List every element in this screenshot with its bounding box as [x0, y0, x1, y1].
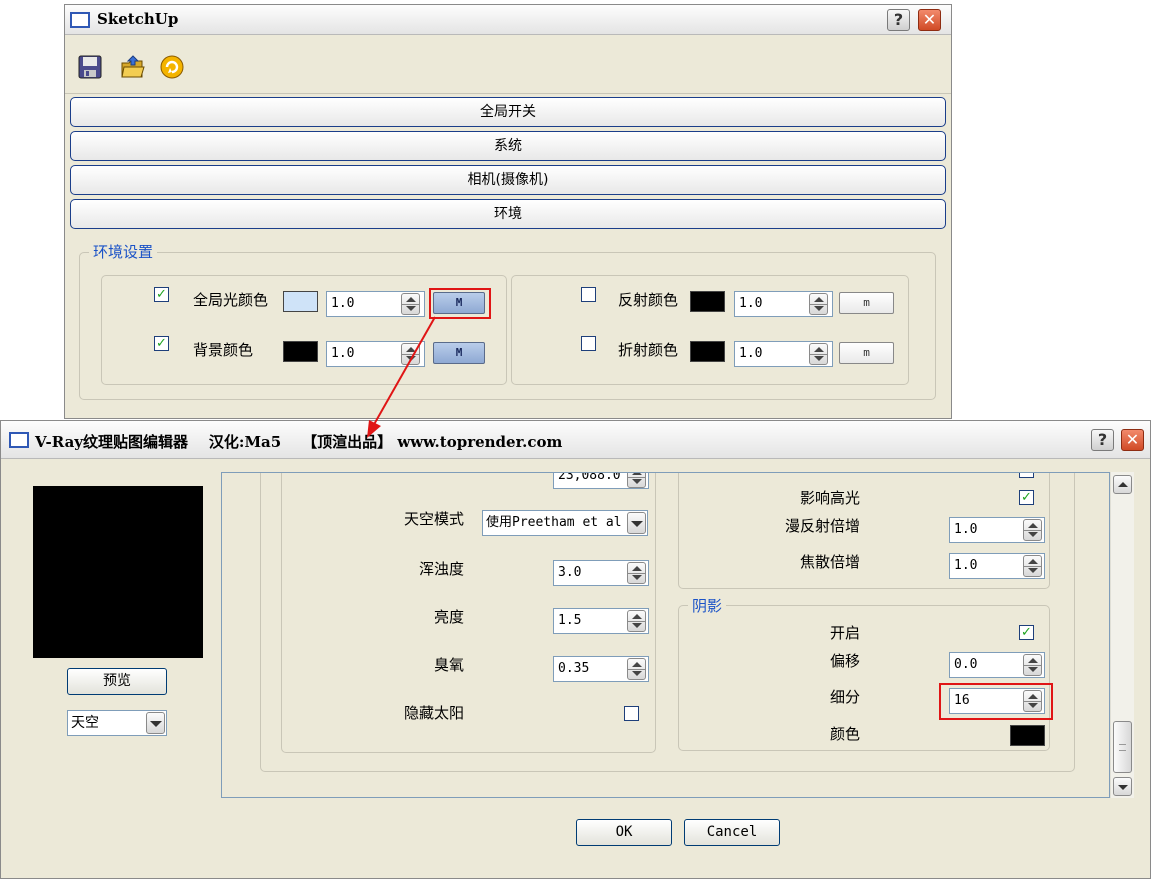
shadow-on-label: 开启 — [829, 624, 860, 642]
sky-mode-value: 使用Preetham et al — [486, 515, 622, 530]
texture-preview — [33, 486, 203, 658]
section-global-switches[interactable]: 全局开关 — [70, 97, 946, 127]
refraction-color-spinner[interactable] — [809, 343, 828, 365]
sketchup-titlebar[interactable]: SketchUp ? ✕ — [65, 5, 951, 35]
cancel-button[interactable]: Cancel — [684, 819, 780, 846]
gi-color-label: 全局光颜色 — [193, 291, 269, 309]
shadow-bias-spinner[interactable] — [1023, 654, 1042, 676]
sketchup-window: SketchUp ? ✕ 全局开关 系统 相机(摄像机) 环境 环境设置 ✓ 全… — [64, 4, 952, 419]
turbidity-label: 浑浊度 — [418, 560, 464, 578]
shadow-color-label: 颜色 — [829, 725, 860, 743]
sketchup-toolbar — [65, 36, 951, 94]
diffuse-mult-label: 漫反射倍增 — [784, 517, 860, 535]
window-icon — [70, 12, 90, 28]
bg-color-spinner[interactable] — [401, 343, 420, 365]
gi-color-spinner[interactable] — [401, 293, 420, 315]
section-camera[interactable]: 相机(摄像机) — [70, 165, 946, 195]
refraction-color-checkbox[interactable] — [581, 336, 596, 351]
shadow-on-checkbox[interactable]: ✓ — [1019, 625, 1034, 640]
highlight-gi-map-button — [429, 288, 491, 319]
scroll-thumb[interactable] — [1113, 721, 1132, 773]
intensity-label: 亮度 — [433, 608, 464, 626]
top-option-checkbox[interactable] — [1019, 473, 1034, 478]
caustics-mult-spinner[interactable] — [1023, 555, 1042, 577]
reflection-color-spinner[interactable] — [809, 293, 828, 315]
shadow-group-title: 阴影 — [688, 595, 727, 616]
sketchup-title: SketchUp — [97, 10, 179, 28]
params-scrollbar[interactable] — [1110, 472, 1134, 798]
scroll-grip — [1119, 744, 1126, 751]
save-icon[interactable] — [77, 54, 103, 80]
reflection-color-checkbox[interactable] — [581, 287, 596, 302]
close-button[interactable]: ✕ — [918, 9, 941, 31]
refraction-color-swatch[interactable] — [690, 341, 725, 362]
texture-type-select[interactable]: 天空 — [67, 710, 167, 736]
vray-texture-editor-window: V-Ray纹理贴图编辑器 汉化:Ma5 【顶渲出品】 www.toprender… — [0, 420, 1151, 879]
diffuse-mult-spinner[interactable] — [1023, 519, 1042, 541]
reflection-color-swatch[interactable] — [690, 291, 725, 312]
refraction-color-map-button[interactable]: m — [839, 342, 894, 364]
close-button[interactable]: ✕ — [1121, 429, 1144, 451]
ozone-label: 臭氧 — [433, 656, 464, 674]
hide-sun-checkbox[interactable] — [624, 706, 639, 721]
sky-mode-label: 天空模式 — [403, 510, 464, 528]
caustics-mult-label: 焦散倍增 — [799, 553, 860, 571]
texture-type-value: 天空 — [71, 715, 99, 731]
refraction-color-label: 折射颜色 — [618, 341, 679, 359]
bg-color-map-button[interactable]: M — [433, 342, 485, 364]
turbidity-spinner[interactable] — [627, 562, 646, 584]
preview-button[interactable]: 预览 — [67, 668, 167, 695]
ozone-spinner[interactable] — [627, 658, 646, 680]
chevron-down-icon[interactable] — [627, 512, 646, 534]
bg-color-swatch[interactable] — [283, 341, 318, 362]
open-folder-icon[interactable] — [120, 54, 146, 80]
help-button[interactable]: ? — [1091, 429, 1114, 451]
shadow-color-swatch[interactable] — [1010, 725, 1045, 746]
intensity-spinner[interactable] — [627, 610, 646, 632]
reflection-color-map-button[interactable]: m — [839, 292, 894, 314]
vray-titlebar[interactable]: V-Ray纹理贴图编辑器 汉化:Ma5 【顶渲出品】 www.toprender… — [1, 421, 1150, 459]
shadow-subdivs-label: 细分 — [829, 688, 860, 706]
params-panel: 23,088.0 天空模式 使用Preetham et al 浑浊度 3.0 亮… — [221, 472, 1110, 798]
gi-color-swatch[interactable] — [283, 291, 318, 312]
sky-top-spinner[interactable] — [627, 473, 646, 488]
hide-sun-label: 隐藏太阳 — [403, 704, 464, 722]
sky-mode-select[interactable]: 使用Preetham et al — [482, 510, 648, 536]
ok-button[interactable]: OK — [576, 819, 672, 846]
shadow-bias-label: 偏移 — [829, 652, 860, 670]
refresh-icon[interactable] — [159, 54, 185, 80]
highlight-shadow-subdivs — [939, 683, 1053, 720]
affect-specular-checkbox[interactable]: ✓ — [1019, 490, 1034, 505]
env-settings-title: 环境设置 — [89, 241, 158, 262]
section-system[interactable]: 系统 — [70, 131, 946, 161]
scroll-down-button[interactable] — [1113, 777, 1132, 796]
help-button[interactable]: ? — [887, 9, 910, 31]
bg-color-checkbox[interactable]: ✓ — [154, 336, 169, 351]
window-icon — [9, 432, 29, 448]
bg-color-label: 背景颜色 — [193, 341, 254, 359]
chevron-down-icon[interactable] — [146, 712, 165, 734]
affect-specular-label: 影响高光 — [799, 489, 860, 507]
section-environment[interactable]: 环境 — [70, 199, 946, 229]
scroll-up-button[interactable] — [1113, 475, 1132, 494]
reflection-color-label: 反射颜色 — [618, 291, 679, 309]
vray-title: V-Ray纹理贴图编辑器 汉化:Ma5 【顶渲出品】 www.toprender… — [35, 433, 563, 451]
gi-color-checkbox[interactable]: ✓ — [154, 287, 169, 302]
